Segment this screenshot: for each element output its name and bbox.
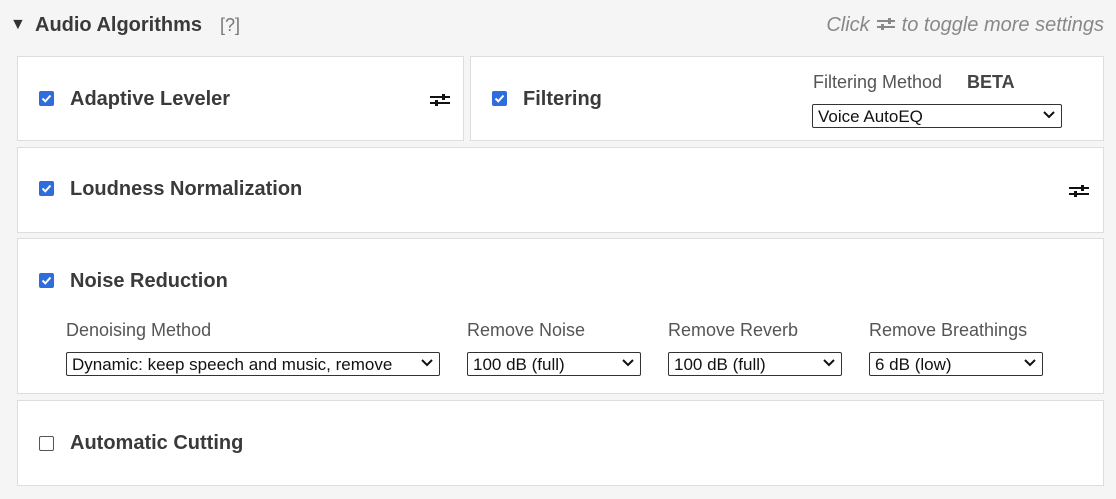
automatic-cutting-checkbox[interactable] xyxy=(39,436,54,451)
remove-reverb-value: 100 dB (full) xyxy=(674,355,766,374)
filtering-method-label: Filtering Method xyxy=(813,72,943,92)
remove-reverb-label: Remove Reverb xyxy=(668,320,799,340)
filtering-panel: Filtering Filtering Method BETA Voice Au… xyxy=(470,56,1104,141)
adaptive-leveler-panel: Adaptive Leveler xyxy=(17,56,464,141)
loudness-settings-icon[interactable] xyxy=(1068,184,1090,203)
noise-reduction-label[interactable]: Noise Reduction xyxy=(70,270,228,293)
automatic-cutting-panel: Automatic Cutting xyxy=(17,400,1104,486)
adaptive-leveler-label[interactable]: Adaptive Leveler xyxy=(70,88,230,111)
help-link[interactable]: [?] xyxy=(220,15,240,36)
filtering-checkbox[interactable] xyxy=(492,91,507,106)
noise-reduction-panel: Noise Reduction Denoising Method Dynamic… xyxy=(17,238,1104,394)
collapse-triangle-icon[interactable]: ▼ xyxy=(10,16,26,34)
remove-noise-label: Remove Noise xyxy=(467,320,586,340)
chevron-down-icon xyxy=(823,359,835,367)
loudness-normalization-label[interactable]: Loudness Normalization xyxy=(70,178,302,201)
hint-text-after: to toggle more settings xyxy=(901,14,1104,36)
automatic-cutting-label[interactable]: Automatic Cutting xyxy=(70,432,243,455)
chevron-down-icon xyxy=(1024,359,1036,367)
noise-reduction-checkbox[interactable] xyxy=(39,273,54,288)
chevron-down-icon xyxy=(421,359,433,367)
denoising-method-value: Dynamic: keep speech and music, remove xyxy=(72,355,393,374)
sliders-icon xyxy=(876,14,896,37)
adaptive-leveler-checkbox[interactable] xyxy=(39,91,54,106)
denoising-method-select[interactable]: Dynamic: keep speech and music, remove xyxy=(66,352,440,376)
denoising-method-label: Denoising Method xyxy=(66,320,212,340)
remove-breathings-label: Remove Breathings xyxy=(869,320,1028,340)
remove-breathings-select[interactable]: 6 dB (low) xyxy=(869,352,1043,376)
filtering-method-select[interactable]: Voice AutoEQ xyxy=(812,104,1062,128)
remove-noise-select[interactable]: 100 dB (full) xyxy=(467,352,641,376)
adaptive-leveler-settings-icon[interactable] xyxy=(429,93,451,112)
section-header[interactable]: ▼ Audio Algorithms [?] Click to toggle m… xyxy=(0,0,1116,52)
filtering-method-value: Voice AutoEQ xyxy=(818,107,923,126)
section-title: Audio Algorithms xyxy=(35,14,203,36)
filtering-label[interactable]: Filtering xyxy=(523,88,602,111)
toggle-hint: Click to toggle more settings xyxy=(826,14,1104,37)
loudness-normalization-checkbox[interactable] xyxy=(39,181,54,196)
beta-badge: BETA xyxy=(967,72,1015,92)
remove-reverb-select[interactable]: 100 dB (full) xyxy=(668,352,842,376)
chevron-down-icon xyxy=(1043,111,1055,119)
hint-text-before: Click xyxy=(826,14,870,36)
remove-breathings-value: 6 dB (low) xyxy=(875,355,952,374)
chevron-down-icon xyxy=(622,359,634,367)
remove-noise-value: 100 dB (full) xyxy=(473,355,565,374)
loudness-normalization-panel: Loudness Normalization xyxy=(17,147,1104,233)
